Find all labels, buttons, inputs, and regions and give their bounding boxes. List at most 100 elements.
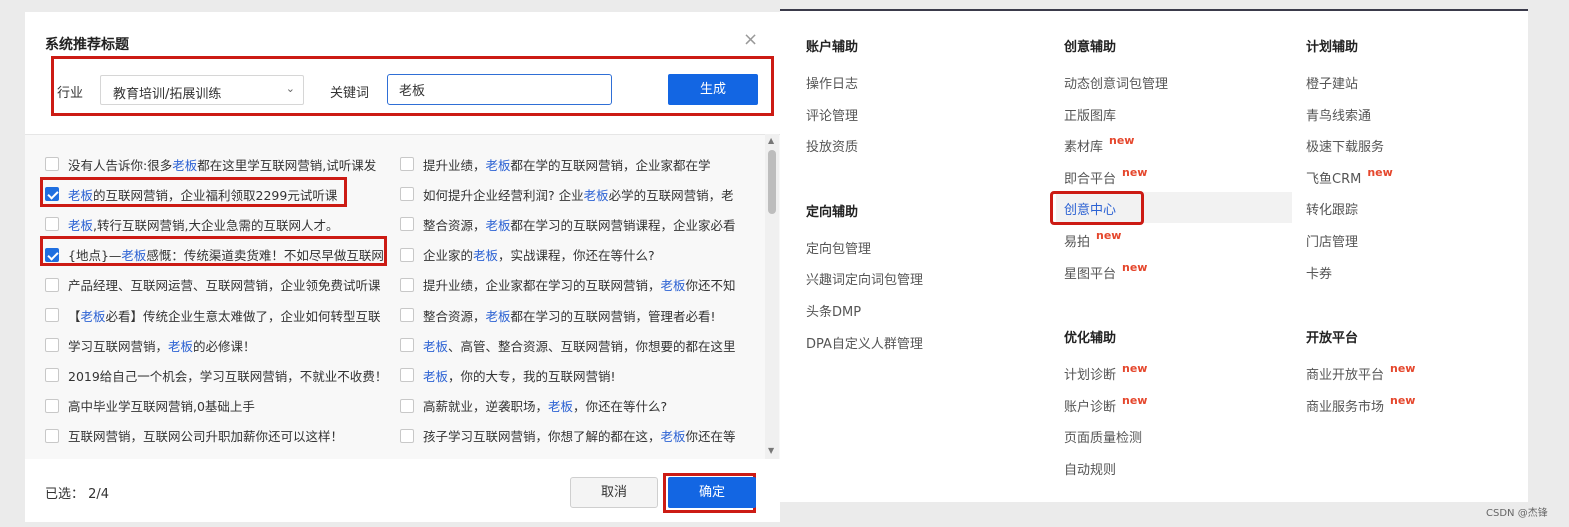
- menu-item[interactable]: 星图平台 new: [1064, 261, 1147, 282]
- title-option[interactable]: 提升业绩，企业家都在学习的互联网营销，老板你还不知: [400, 270, 737, 300]
- menu-item[interactable]: 易拍 new: [1064, 229, 1121, 250]
- checkbox[interactable]: [45, 157, 59, 172]
- title-option[interactable]: 互联网营销，互联网公司升职加薪你还可以这样！: [45, 421, 385, 451]
- confirm-button[interactable]: 确定: [668, 477, 756, 508]
- menu-item[interactable]: 转化跟踪: [1306, 199, 1358, 218]
- menu-item[interactable]: 门店管理: [1306, 231, 1358, 250]
- menu-item-label: 飞鱼CRM: [1306, 171, 1362, 187]
- title-option[interactable]: 如何提升企业经营利润? 企业老板必学的互联网营销，老: [400, 179, 737, 209]
- checkbox-checked[interactable]: [45, 247, 59, 262]
- title-option[interactable]: 2019给自己一个机会，学习互联网营销，不就业不收费！: [45, 360, 385, 390]
- title-option[interactable]: 老板、高管、整合资源、互联网营销，你想要的都在这里: [400, 330, 737, 360]
- title-option[interactable]: 整合资源，老板都在学习的互联网营销，管理者必看!: [400, 300, 737, 330]
- menu-item-label: 投放资质: [806, 140, 859, 156]
- title-option[interactable]: 老板的互联网营销，企业福利领取2299元试听课: [45, 179, 385, 209]
- close-icon[interactable]: ×: [743, 30, 758, 50]
- menu-item[interactable]: 账户诊断 new: [1064, 394, 1147, 415]
- checkbox[interactable]: [45, 338, 59, 353]
- keyword-highlight: 老板: [660, 429, 686, 445]
- menu-item-label: 页面质量检测: [1064, 431, 1143, 447]
- checkbox[interactable]: [400, 368, 414, 383]
- checkbox[interactable]: [400, 308, 414, 323]
- menu-item-label: 转化跟踪: [1306, 203, 1359, 219]
- menu-item[interactable]: 即合平台 new: [1064, 166, 1147, 187]
- menu-item[interactable]: 橙子建站: [1306, 73, 1358, 92]
- checkbox[interactable]: [45, 308, 59, 323]
- title-option[interactable]: 没有人告诉你:很多老板都在这里学互联网营销,试听课发: [45, 149, 385, 179]
- title-option-text: 互联网营销，互联网公司升职加薪你还可以这样！: [68, 426, 343, 445]
- title-option[interactable]: 高中毕业学互联网营销,0基础上手: [45, 391, 385, 421]
- checkbox-checked[interactable]: [45, 187, 59, 202]
- menu-item-label: 自动规则: [1064, 463, 1117, 478]
- scrollbar[interactable]: ▲ ▼: [765, 134, 779, 459]
- checkbox[interactable]: [45, 217, 59, 232]
- menu-item[interactable]: 头条DMP: [806, 301, 861, 320]
- menu-item-label: 账户诊断: [1064, 399, 1117, 415]
- menu-item[interactable]: 评论管理: [806, 105, 858, 124]
- checkbox[interactable]: [400, 247, 414, 262]
- industry-select[interactable]: 教育培训/拓展训练 ⌄: [100, 75, 304, 105]
- menu-item-label: 定向包管理: [806, 241, 872, 257]
- title-text-part: 整合资源，: [423, 308, 486, 324]
- cancel-button[interactable]: 取消: [570, 477, 658, 508]
- menu-item[interactable]: 投放资质: [806, 136, 858, 155]
- keyword-highlight: 老板: [68, 187, 94, 203]
- title-option[interactable]: 2019年如何快速搭建？学互联网营销: [45, 451, 385, 459]
- menu-item[interactable]: 计划诊断 new: [1064, 362, 1147, 383]
- checkbox[interactable]: [400, 277, 414, 292]
- menu-item[interactable]: 自动规则: [1064, 459, 1116, 478]
- checkbox[interactable]: [400, 157, 414, 172]
- menu-item[interactable]: 页面质量检测: [1064, 427, 1142, 446]
- checkbox[interactable]: [45, 428, 59, 443]
- title-option[interactable]: 高薪就业，逆袭职场，老板，你还在等什么?: [400, 391, 737, 421]
- title-option[interactable]: 老板,转行互联网营销,大企业急需的互联网人才。: [45, 209, 385, 239]
- menu-item[interactable]: 动态创意词包管理: [1064, 73, 1168, 92]
- keyword-highlight: 老板: [485, 217, 511, 233]
- title-option-text: 老板，你的大专，我的互联网营销!: [423, 366, 616, 385]
- title-option[interactable]: 高薪互联网营销，免费试学，你还在等什么?: [400, 451, 737, 459]
- scrollbar-thumb[interactable]: [768, 150, 776, 214]
- checkbox[interactable]: [400, 428, 414, 443]
- title-option[interactable]: 【老板必看】传统企业生意太难做了，企业如何转型互联: [45, 300, 385, 330]
- scroll-up-icon[interactable]: ▲: [768, 136, 774, 145]
- menu-item[interactable]: 正版图库: [1064, 105, 1116, 124]
- checkbox[interactable]: [400, 338, 414, 353]
- title-option[interactable]: 企业家的老板，实战课程，你还在等什么?: [400, 240, 737, 270]
- menu-item[interactable]: 飞鱼CRM new: [1306, 166, 1393, 187]
- checkbox[interactable]: [400, 217, 414, 232]
- checkbox[interactable]: [45, 398, 59, 413]
- menu-item[interactable]: 商业服务市场 new: [1306, 394, 1415, 415]
- title-option[interactable]: 提升业绩，老板都在学的互联网营销，企业家都在学: [400, 149, 737, 179]
- title-text-part: 你还不知: [685, 278, 736, 294]
- title-text-part: ，你的大专，我的互联网营销!: [448, 368, 616, 384]
- title-option-text: 高中毕业学互联网营销,0基础上手: [68, 396, 255, 415]
- checkbox[interactable]: [45, 368, 59, 383]
- keyword-highlight: 老板: [121, 248, 147, 264]
- title-option[interactable]: 学习互联网营销，老板的必修课！: [45, 330, 385, 360]
- menu-item[interactable]: DPA自定义人群管理: [806, 333, 923, 352]
- menu-item[interactable]: 商业开放平台 new: [1306, 362, 1415, 383]
- title-option[interactable]: 老板，你的大专，我的互联网营销!: [400, 360, 737, 390]
- menu-item[interactable]: 操作日志: [806, 73, 858, 92]
- title-option[interactable]: 产品经理、互联网运营、互联网营销，企业领免费试听课: [45, 270, 385, 300]
- checkbox[interactable]: [45, 277, 59, 292]
- checkbox[interactable]: [400, 398, 414, 413]
- title-text-part: 企业家的: [423, 248, 474, 264]
- title-option-text: 老板的互联网营销，企业福利领取2299元试听课: [68, 185, 337, 204]
- title-option[interactable]: {地点}—老板感慨：传统渠道卖货难！不如尽早做互联网: [45, 240, 385, 270]
- menu-item-label: 易拍: [1064, 235, 1091, 250]
- title-option-text: 提升业绩，企业家都在学习的互联网营销，老板你还不知: [423, 275, 736, 294]
- menu-item[interactable]: 卡券: [1306, 263, 1332, 282]
- title-option[interactable]: 整合资源，老板都在学习的互联网营销课程，企业家必看: [400, 209, 737, 239]
- title-option[interactable]: 孩子学习互联网营销，你想了解的都在这，老板你还在等: [400, 421, 737, 451]
- menu-item[interactable]: 素材库 new: [1064, 134, 1134, 155]
- menu-item[interactable]: 定向包管理: [806, 238, 871, 257]
- scroll-down-icon[interactable]: ▼: [768, 446, 774, 455]
- generate-button[interactable]: 生成: [668, 74, 758, 105]
- menu-item[interactable]: 兴趣词定向词包管理: [806, 269, 923, 288]
- keyword-input[interactable]: [387, 74, 612, 105]
- title-text-part: 都在学的互联网营销，企业家都在学: [510, 157, 711, 173]
- menu-item[interactable]: 极速下载服务: [1306, 136, 1384, 155]
- checkbox[interactable]: [400, 187, 414, 202]
- menu-item[interactable]: 青鸟线索通: [1306, 105, 1371, 124]
